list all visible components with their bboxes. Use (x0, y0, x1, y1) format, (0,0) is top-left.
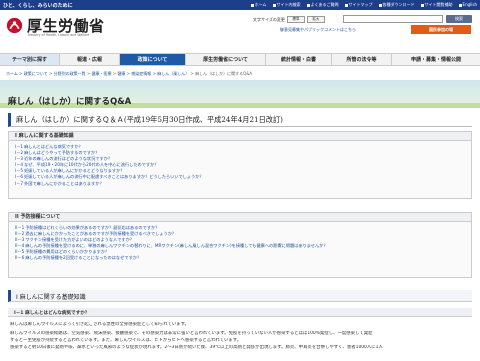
public-participation-button[interactable]: 国民参加の場 (411, 25, 471, 34)
toc-section-2: II 予防接種について II－1予防接種はどれくらいの効果があるのですか？副反応… (8, 212, 472, 278)
breadcrumb-item[interactable]: 感染症情報 (131, 71, 151, 76)
page-title: 麻しん（はしか）に関するQ&A (8, 97, 132, 107)
site-tagline: ひと、くらし、みらいのために (3, 3, 73, 9)
content-section-heading: I 麻しんに関する基礎知識 (16, 294, 86, 301)
breadcrumb-item[interactable]: 政策について (24, 71, 48, 76)
utility-link-faq[interactable]: よくあるご質問 (306, 2, 339, 8)
global-nav: テーマ別に探す 報道・広報 政策について 厚生労働省について 統計情報・白書 所… (0, 53, 480, 66)
ministry-logo-icon[interactable] (6, 17, 23, 34)
breadcrumb-item[interactable]: ホーム (6, 71, 18, 76)
answer-text: 感染すると約10日後に発熱や咳、鼻水といった風邪のような症状が現れます。2～3日… (10, 345, 383, 350)
toc-link[interactable]: II－6麻しんの予防接種を2回受けることになったのはなぜですか？ (15, 255, 465, 261)
bullet-icon (378, 3, 382, 7)
utility-link-search[interactable]: サイト内検索 (272, 2, 301, 8)
utility-link-downloads[interactable]: 各種ダウンロード (378, 2, 415, 8)
bullet-icon (420, 3, 424, 7)
bullet-icon (306, 3, 310, 7)
answer-text: 麻しんは麻しんウイルスによって引き起こされる急性の全身感染症として知られています… (10, 322, 189, 327)
answer-text: 麻しんウイルスの感染経路は、空気感染、飛沫感染、接触感染で、その感染力は非常に強… (10, 331, 373, 336)
font-size-control: 文字サイズの変更 標準 拡大 (253, 16, 325, 23)
question-heading-bar: I－1 麻しんとはどんな病気ですか？ (8, 308, 472, 317)
content-section-heading-bar: I 麻しんに関する基礎知識 (8, 290, 472, 302)
font-size-label: 文字サイズの変更 (253, 16, 285, 22)
utility-link-sitemap[interactable]: サイトマップ (344, 2, 373, 8)
font-size-standard-button[interactable]: 標準 (286, 16, 305, 23)
page-subtitle-bar: 麻しん（はしか）に関するＱ＆Ａ(平成19年5月30日作成、平成24年4月21日改… (8, 113, 472, 127)
bullet-icon (250, 3, 254, 7)
breadcrumb-item[interactable]: 麻しん（風しん） (157, 71, 189, 76)
search-button[interactable]: 検索 (446, 15, 472, 23)
page-subtitle: 麻しん（はしか）に関するＱ＆Ａ(平成19年5月30日作成、平成24年4月21日改… (16, 115, 283, 124)
nav-item-policy[interactable]: 政策について (120, 54, 186, 65)
question-heading: I－1 麻しんとはどんな病気ですか？ (14, 310, 90, 316)
breadcrumb-item[interactable]: 健康・医療 (92, 71, 112, 76)
nav-item-applications[interactable]: 申請・募集・情報公開 (392, 54, 480, 65)
utility-link-home[interactable]: ホーム (250, 2, 267, 8)
toc-link[interactable]: I－7外国で麻しんにかかることはありますか？ (15, 181, 465, 187)
nav-item-statistics[interactable]: 統計情報・白書 (266, 54, 332, 65)
utility-link-accessibility[interactable]: サイト閲覧補助 (420, 2, 453, 8)
toc-section-1: I 麻しんに関する基礎知識 I－1麻しんとはどんな病気ですか？ I－2麻しんはど… (8, 131, 472, 199)
bullet-icon (458, 3, 462, 7)
breadcrumb: ホーム > 政策について > 分野別の政策一覧 > 健康・医療 > 健康 > 感… (6, 71, 253, 76)
top-bar: ひと、くらし、みらいのために ホーム サイト内検索 よくあるご質問 サイトマップ… (0, 0, 480, 10)
breadcrumb-current: 麻しん（はしか）に関するQ&A (195, 71, 253, 76)
nav-item-theme[interactable]: テーマ別に探す (0, 54, 60, 65)
breadcrumb-item[interactable]: 分野別の政策一覧 (54, 71, 86, 76)
answer-text: すると一生免疫が持続すると言われています。また、麻しんウイルスは、ヒトからヒトへ… (10, 338, 242, 343)
site-brand-english: Ministry of Health, Labour and Welfare (28, 33, 90, 37)
search-input[interactable] (343, 15, 443, 23)
nav-item-press[interactable]: 報道・広報 (60, 54, 120, 65)
public-comment-link[interactable]: 御意見募集やパブリックコメントはこちら (280, 27, 356, 33)
toc-section-heading: I 麻しんに関する基礎知識 (9, 132, 471, 141)
bullet-icon (344, 3, 348, 7)
nav-item-laws[interactable]: 所管の法令等 (332, 54, 392, 65)
toc-section-heading: II 予防接種について (9, 213, 471, 222)
utility-link-english[interactable]: English (458, 2, 477, 8)
bullet-icon (272, 3, 276, 7)
nav-item-about[interactable]: 厚生労働省について (186, 54, 266, 65)
utility-links: ホーム サイト内検索 よくあるご質問 サイトマップ 各種ダウンロード サイト閲覧… (250, 2, 477, 8)
font-size-large-button[interactable]: 拡大 (306, 16, 325, 23)
